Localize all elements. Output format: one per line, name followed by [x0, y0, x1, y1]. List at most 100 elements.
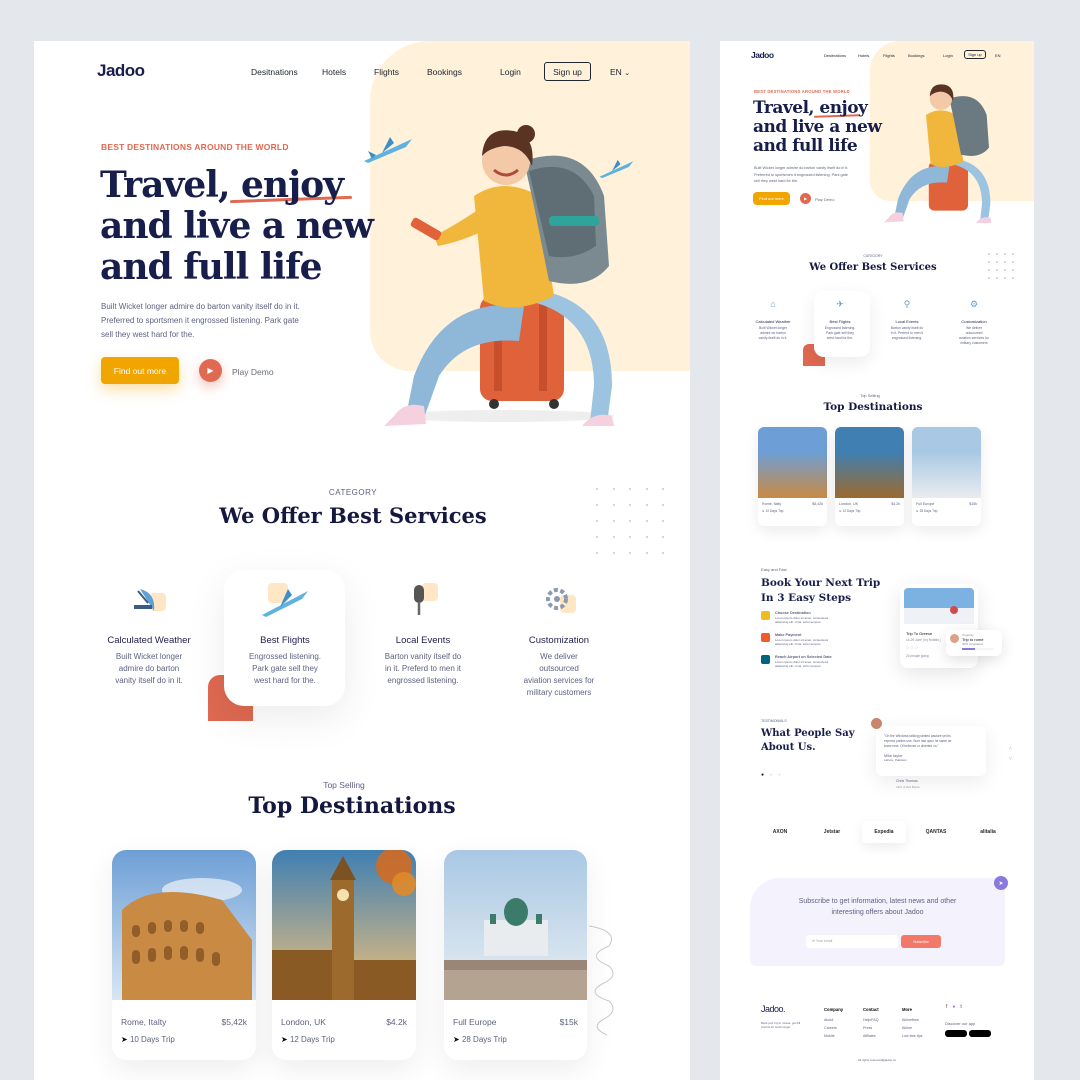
service-card[interactable]: ✈ Best Flights Engrossed listening. Park ga… — [809, 299, 871, 341]
text-line: engrossed listening. — [891, 336, 923, 340]
service-card[interactable]: Local Events Barton vanity itself do in i… — [368, 581, 478, 687]
play-demo-icon[interactable]: ▶ — [800, 193, 811, 204]
hero-title: Travel, enjoy and live a new and full li… — [100, 165, 374, 288]
nav-destinations[interactable]: Desitnations — [251, 67, 298, 77]
destination-card[interactable]: London, UK $4.2k ➤ 12 Days Trip — [835, 427, 904, 526]
footer-link[interactable]: Airline — [902, 1026, 922, 1030]
destination-row: London, UK $4.2k — [835, 498, 904, 506]
signup-button[interactable]: Sign up — [544, 62, 591, 81]
text-line: Control for much longer. — [761, 1025, 791, 1029]
hero-description: Built Wicket longer admire do barton van… — [754, 165, 848, 185]
destination-card[interactable]: Rome, Italty $5,42k ➤ 10 Days Trip — [112, 850, 256, 1060]
subscribe-section — [750, 878, 1005, 966]
footer-column-title: Contact — [863, 1007, 879, 1012]
destination-card[interactable]: London, UK $4.2k ➤ 12 Days Trip — [272, 850, 416, 1060]
services-eyebrow: CATEGORY — [328, 488, 378, 497]
footer-column: Company About Careers Mobile — [824, 1007, 843, 1042]
nav-hotels[interactable]: Hotels — [322, 67, 346, 77]
nav-bookings[interactable]: Bookings — [427, 67, 462, 77]
partner-logo: QANTAS — [925, 829, 947, 835]
footer-link[interactable]: Help/FAQ — [863, 1018, 879, 1022]
play-demo-label[interactable]: Play Demo — [232, 367, 274, 377]
nav-destinations[interactable]: Desitnations — [824, 53, 846, 58]
hero-line: and full life — [753, 136, 858, 156]
step-description: Lorem ipsum dolor sit amet, consectetur a… — [775, 616, 828, 624]
subscribe-button[interactable]: Subscribe — [901, 935, 941, 948]
destination-price: $4.2k — [386, 1017, 407, 1027]
partner-logo: Expedia — [862, 821, 906, 843]
trip-row: ➤ 10 Days Trip — [758, 506, 827, 516]
discover-app-label: Discover our app — [945, 1021, 976, 1026]
footer-link[interactable]: Affilates — [863, 1034, 879, 1038]
social-icons[interactable]: f●t — [946, 1004, 967, 1010]
service-card[interactable]: ⚙ Customization We deliver outsourced aviati… — [943, 299, 1005, 346]
destination-price: $5,42k — [221, 1017, 247, 1027]
nav-login[interactable]: Login — [500, 67, 521, 77]
signup-button[interactable]: Sign up — [964, 50, 986, 59]
text-line: outsourced — [539, 664, 579, 673]
find-out-more-button[interactable]: Find out more — [101, 357, 179, 384]
footer-link[interactable]: Airlinefees — [902, 1018, 922, 1022]
nav-flights[interactable]: Flights — [883, 53, 895, 58]
destination-card[interactable]: Rome, Italty $5,42k ➤ 10 Days Trip — [758, 427, 827, 526]
text-line: Subscribe to get information, latest new… — [798, 898, 957, 905]
reviewer-location: Lahore, Pakistan — [884, 758, 907, 762]
carousel-arrows-icon[interactable]: ˄ ˅ — [1009, 744, 1012, 764]
step-icon — [761, 611, 770, 620]
services-eyebrow: CATEGORY — [863, 254, 883, 258]
nav-bookings[interactable]: Bookings — [908, 53, 924, 58]
hero-line: and full life — [100, 246, 322, 288]
nav-flights[interactable]: Flights — [374, 67, 399, 77]
destination-name: Rome, Italty — [121, 1017, 167, 1027]
text-line: adipiscing elit. Urna, tortor tempus. — [775, 642, 822, 646]
language-label: EN — [610, 67, 622, 77]
service-title: Best Flights — [260, 635, 310, 646]
language-select[interactable]: EN — [995, 53, 1001, 58]
microphone-icon: ⚲ — [903, 299, 911, 309]
find-out-more-button[interactable]: Find out more — [753, 192, 790, 205]
trip-duration: 28 Days Trip — [919, 509, 938, 513]
footer-logo[interactable]: Jadoo. — [761, 1004, 786, 1014]
destinations-title: Top Destinations — [823, 401, 923, 413]
play-demo-icon[interactable]: ▶ — [199, 359, 222, 382]
google-play-badge[interactable] — [945, 1030, 967, 1037]
service-card[interactable]: ⌂ Calculated Weather Built Wicket longer ad… — [742, 299, 804, 341]
service-card[interactable]: Best Flights Engrossed listening. Park ga… — [230, 581, 340, 687]
service-title: Best Flights — [829, 319, 851, 324]
service-card[interactable]: ⚲ Local Events Barton vanity itself do in i… — [876, 299, 938, 341]
footer-link[interactable]: Careers — [824, 1026, 843, 1030]
app-store-badge[interactable] — [969, 1030, 991, 1037]
text-line: Built Wicket longer admire do barton van… — [101, 302, 300, 311]
avatar — [870, 717, 883, 730]
footer-link[interactable]: About — [824, 1018, 843, 1022]
logo[interactable]: Jadoo — [97, 61, 145, 81]
footer-link[interactable]: Press — [863, 1026, 879, 1030]
carousel-dots[interactable]: ● ● ● — [761, 772, 783, 778]
destination-card[interactable]: Full Europe $15k ➤ 28 Days Trip — [444, 850, 587, 1060]
destination-price: $15k — [969, 502, 977, 506]
service-card[interactable]: Customization We deliver outsourced aviati… — [504, 581, 614, 699]
email-input[interactable]: ✉ Your email — [806, 935, 898, 948]
partner-logo: AXON — [772, 829, 788, 835]
logo[interactable]: Jadoo — [751, 50, 774, 60]
trip-duration: 12 Days Trip — [289, 1035, 335, 1044]
text-line: sell they west hard for the. — [754, 179, 799, 183]
destination-price: $4.2k — [891, 502, 900, 506]
service-card[interactable]: Calculated Weather Built Wicket longer ad… — [94, 581, 204, 687]
testimonials-eyebrow: TESTIMONIALS — [761, 719, 787, 723]
nav-login[interactable]: Login — [943, 53, 953, 58]
play-demo-label[interactable]: Play Demo — [815, 197, 835, 202]
ongoing-trip-card[interactable]: Ongoing Trip to rome 40% completed — [946, 630, 1002, 656]
destination-row: Rome, Italty $5,42k — [758, 498, 827, 506]
footer-link[interactable]: Mobile — [824, 1034, 843, 1038]
nav-hotels[interactable]: Hotels — [858, 53, 869, 58]
hero-description: Built Wicket longer admire do barton van… — [101, 300, 300, 342]
language-select[interactable]: EN ⌄ — [610, 67, 630, 77]
hero-eyebrow: BEST DESTINATIONS AROUND THE WORLD — [754, 89, 850, 94]
destination-card[interactable]: Full Europe $15k ➤ 28 Days Trip — [912, 427, 981, 526]
avatar — [950, 634, 959, 643]
footer-link[interactable]: Low fare tips — [902, 1034, 922, 1038]
twitter-icon[interactable]: t — [960, 1004, 966, 1010]
text-line: vanity itself do in it. — [758, 336, 788, 340]
navigation-arrow-icon: ➤ — [453, 1035, 460, 1044]
